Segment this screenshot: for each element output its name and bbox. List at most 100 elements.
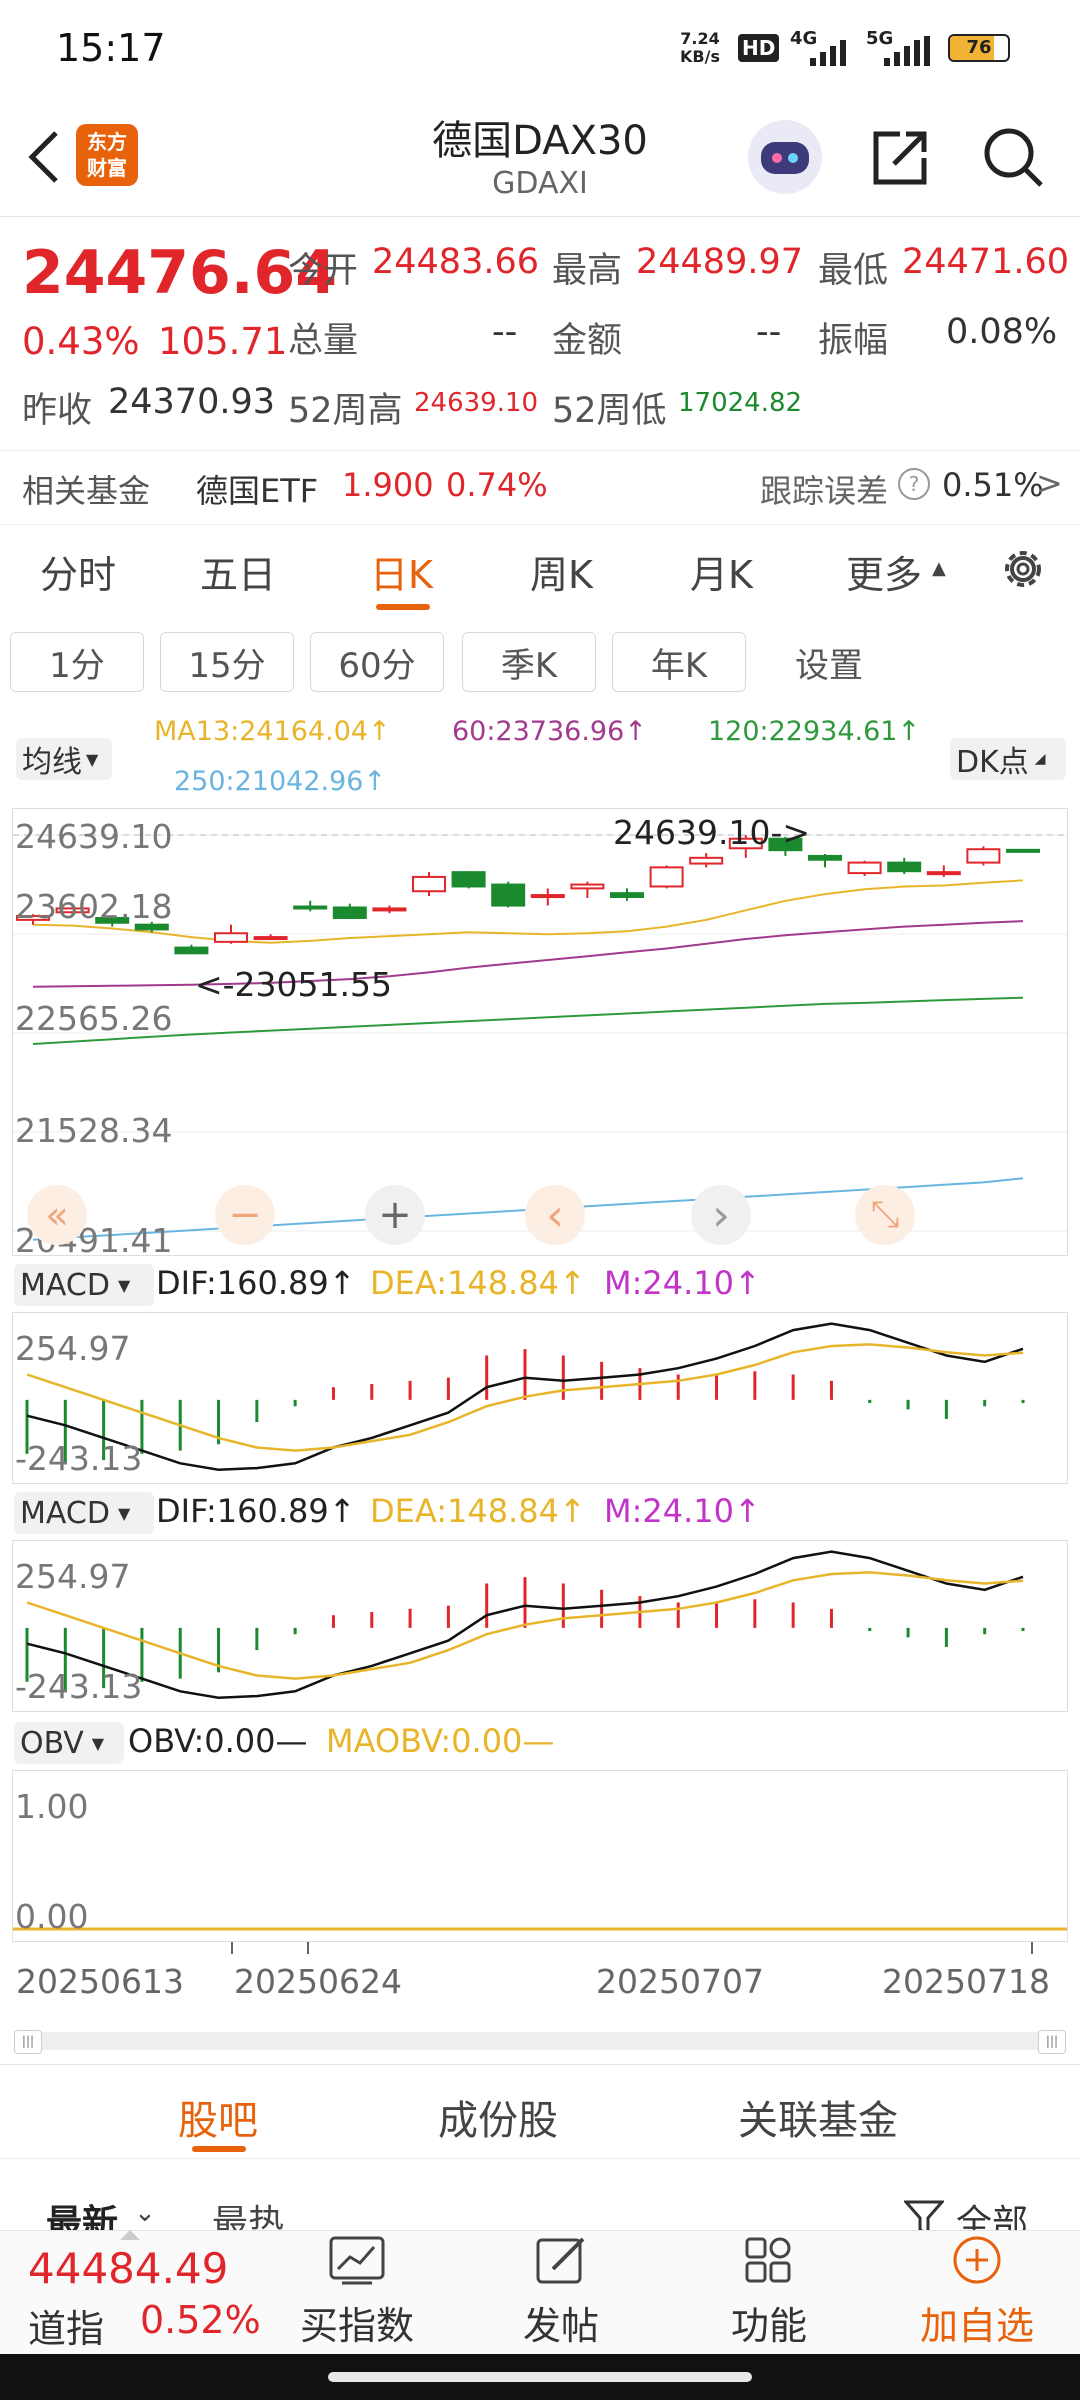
ma-selector[interactable]: 均线 ▼ [16, 738, 112, 780]
status-bar: 15:17 7.24 KB/s HD 4G 5G 76 [0, 0, 1080, 100]
subtab-settings[interactable]: 设置 [762, 632, 896, 692]
search-icon [984, 128, 1043, 187]
settings-button[interactable] [996, 542, 1050, 596]
wk52-high-label: 52周高 [288, 391, 403, 431]
dropdown-icon: ▼ [117, 1275, 131, 1295]
dropdown-icon: ▼ [86, 749, 99, 769]
net-speed-unit: KB/s [680, 47, 720, 66]
nav-add-watchlist[interactable]: 加自选 [912, 2235, 1042, 2350]
search-button[interactable] [978, 122, 1048, 192]
nav-functions[interactable]: 功能 [704, 2235, 834, 2350]
candle-body [847, 861, 882, 875]
divider [0, 450, 1080, 451]
open-label: 今开 [288, 251, 359, 291]
change-amount: 105.71 [158, 320, 288, 363]
tab-five-day[interactable]: 五日 [200, 544, 276, 599]
obv-selector-label: OBV [20, 1725, 84, 1761]
kline-axis-label: 24639.10 [15, 817, 173, 856]
app-logo-line2: 财富 [87, 156, 127, 180]
scroll-left-button[interactable]: ‹ [525, 1185, 585, 1245]
tab-components[interactable]: 成份股 [438, 2088, 558, 2146]
share-icon [873, 131, 927, 185]
candle-body [293, 905, 328, 910]
fund-name[interactable]: 德国ETF [196, 466, 318, 512]
macd-chart-2[interactable]: 254.97 -243.13 [12, 1540, 1068, 1712]
back-button[interactable] [14, 122, 74, 192]
candle-body [372, 907, 407, 912]
macd-axis-bottom: -243.13 [15, 1667, 143, 1706]
obv-axis-top: 1.00 [15, 1787, 89, 1826]
tab-more[interactable]: 更多 [846, 544, 922, 599]
ma60-value: 60:23736.96↑ [452, 716, 647, 747]
share-button[interactable] [866, 122, 936, 192]
candle-body [412, 875, 446, 893]
macd-selector-2[interactable]: MACD ▼ [14, 1492, 154, 1534]
kline-high-annotation: 24639.10-> [613, 813, 811, 852]
tab-weekly-k[interactable]: 周K [530, 544, 593, 599]
related-fund-row[interactable]: 相关基金 德国ETF 1.900 0.74% 跟踪误差 ? 0.51% > [0, 452, 1080, 524]
high-label: 最高 [552, 251, 623, 291]
tracking-error-label: 跟踪误差 [760, 472, 889, 510]
subtab-quarter-k[interactable]: 季K [462, 632, 596, 692]
battery-level: 76 [966, 37, 992, 58]
amount-label: 金额 [552, 321, 623, 361]
fullscreen-button[interactable]: ⤡ [855, 1185, 915, 1245]
macd-chart[interactable]: 254.97 -243.13 [12, 1312, 1068, 1484]
scroll-left-fast-button[interactable]: « [27, 1185, 87, 1245]
chevron-right-icon: > [1036, 464, 1063, 502]
macd-canvas [25, 1322, 1025, 1471]
tab-intraday[interactable]: 分时 [40, 544, 116, 599]
kline-axis-label: 22565.26 [15, 999, 173, 1038]
tab-daily-k[interactable]: 日K [370, 544, 433, 599]
zoom-out-button[interactable]: − [215, 1185, 275, 1245]
tab-related-funds[interactable]: 关联基金 [738, 2088, 898, 2146]
zoom-in-button[interactable]: + [365, 1185, 425, 1245]
wk52-low-label: 52周低 [552, 391, 667, 431]
edit-icon [536, 2237, 585, 2284]
dropdown-icon: ▼ [117, 1503, 131, 1523]
wk52-high-value: 24639.10 [414, 388, 539, 418]
dk-point-toggle[interactable]: DK点 ◢ [950, 738, 1066, 780]
header: 东方 财富 德国DAX30 GDAXI [0, 100, 1080, 217]
status-time: 15:17 [56, 26, 166, 70]
home-indicator[interactable] [328, 2372, 752, 2382]
obv-selector[interactable]: OBV ▼ [14, 1722, 124, 1764]
help-icon[interactable]: ? [898, 468, 930, 500]
kline-axis-label: 23602.18 [15, 887, 173, 926]
obv-value: OBV:0.00— [128, 1722, 308, 1760]
nav-buy-index[interactable]: 买指数 [292, 2235, 422, 2350]
scroll-right-button[interactable]: › [691, 1185, 751, 1245]
nav-label: 加自选 [919, 2304, 1034, 2348]
subtab-year-k[interactable]: 年K [612, 632, 746, 692]
macd-m: M:24.10↑ [604, 1264, 761, 1302]
range-scrollbar[interactable]: ||| ||| [14, 2030, 1066, 2054]
candle-body [530, 894, 565, 899]
range-handle-right[interactable]: ||| [1038, 2030, 1066, 2054]
index-ticker[interactable]: 44484.49 道指 0.52% [0, 2230, 270, 2354]
ticker-name: 道指 [28, 2307, 105, 2351]
chart-icon [329, 2236, 385, 2285]
related-fund-label: 相关基金 [22, 472, 151, 510]
app-logo: 东方 财富 [76, 124, 138, 186]
robot-assistant-button[interactable] [748, 120, 822, 194]
gear-icon [1005, 551, 1041, 587]
range-handle-left[interactable]: ||| [14, 2030, 42, 2054]
tab-monthly-k[interactable]: 月K [690, 544, 753, 599]
tab-indicator [376, 604, 430, 610]
date-label: 20250707 [596, 1962, 764, 2001]
obv-chart[interactable]: 1.00 0.00 [12, 1770, 1068, 1942]
change-percent: 0.43% [22, 320, 140, 363]
tab-indicator [192, 2146, 246, 2152]
kline-chart[interactable]: 24639.10 23602.18 22565.26 21528.34 2049… [12, 808, 1068, 1260]
open-value: 24483.66 [372, 242, 540, 282]
fund-percent: 0.74% [446, 466, 548, 504]
nav-label: 发帖 [522, 2304, 599, 2348]
subtab-1min[interactable]: 1分 [10, 632, 144, 692]
subtab-15min[interactable]: 15分 [160, 632, 294, 692]
tab-forum[interactable]: 股吧 [178, 2088, 258, 2146]
divider [0, 2064, 1080, 2065]
subtab-60min[interactable]: 60分 [310, 632, 444, 692]
nav-post[interactable]: 发帖 [496, 2235, 626, 2350]
back-arrow-icon [28, 131, 58, 183]
macd-selector[interactable]: MACD ▼ [14, 1264, 154, 1306]
